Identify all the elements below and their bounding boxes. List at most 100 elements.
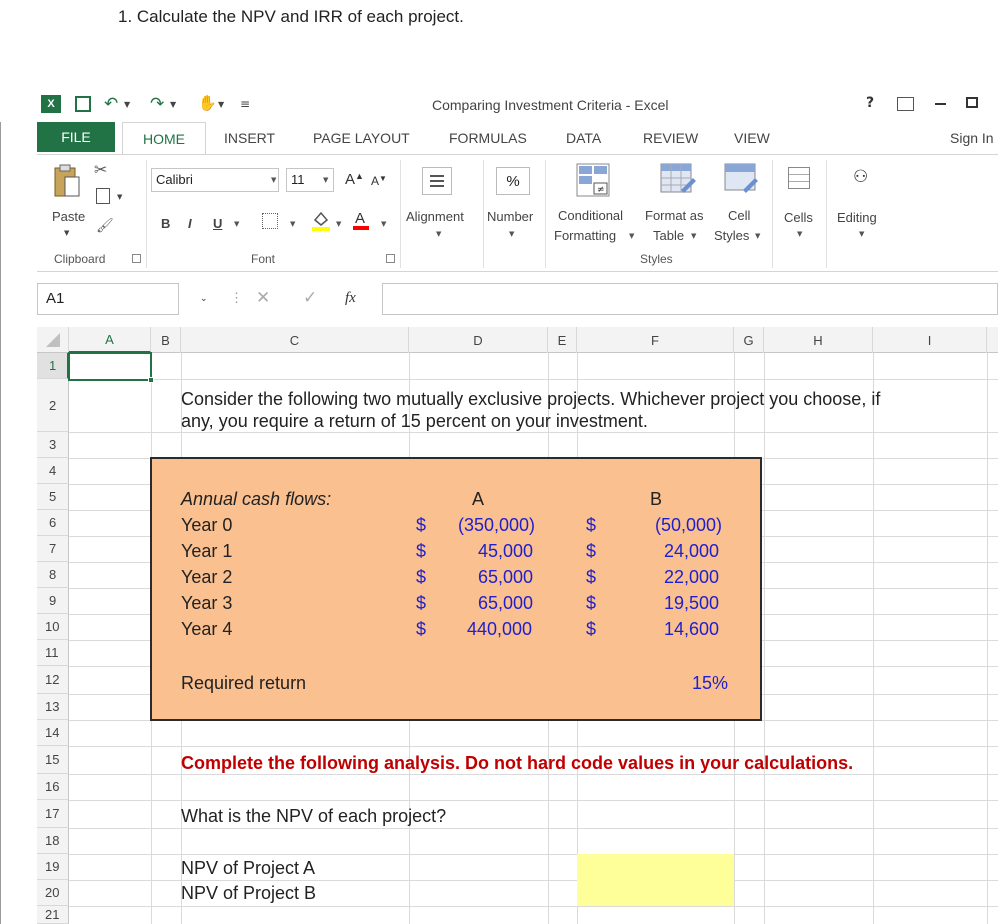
row-header-8[interactable]: 8 [37,562,69,588]
enter-formula-icon[interactable]: ✓ [303,288,317,308]
conditional-formatting-label-2[interactable]: Formatting [554,228,616,243]
column-header-b[interactable]: B [151,327,181,353]
underline-dropdown-icon[interactable]: ▼ [234,220,239,228]
row-header-9[interactable]: 9 [37,588,69,614]
row-header-2[interactable]: 2 [37,379,69,432]
cells-dropdown-icon[interactable]: ▼ [797,230,802,238]
tab-data[interactable]: DATA [566,130,601,146]
format-painter-icon[interactable]: 🖌 [96,218,114,234]
cells-button[interactable]: Cells [784,210,813,225]
underline-button[interactable]: U [213,216,222,231]
fill-color-dropdown-icon[interactable]: ▼ [336,220,341,228]
borders-icon[interactable] [262,213,278,229]
decrease-font-icon[interactable]: A▼ [371,174,387,188]
alignment-button[interactable]: Alignment [406,209,464,224]
number-button[interactable]: Number [487,209,533,224]
minimize-icon[interactable] [935,103,946,105]
cell-styles-icon[interactable] [724,163,760,197]
conditional-formatting-icon[interactable]: ≠ [576,163,610,197]
undo-dropdown-icon[interactable]: ▼ [124,100,130,109]
tab-insert[interactable]: INSERT [224,130,275,146]
customize-qat-icon[interactable]: ≡ [240,97,250,111]
help-button[interactable]: ? [866,95,874,111]
undo-icon[interactable]: ↶ [104,94,118,114]
row-header-13[interactable]: 13 [37,694,69,720]
column-header-c[interactable]: C [181,327,409,353]
row-header-16[interactable]: 16 [37,774,69,800]
redo-icon[interactable]: ↷ [150,94,164,114]
copy-icon[interactable] [96,188,110,204]
conditional-formatting-label[interactable]: Conditional [558,208,623,223]
font-launcher-icon[interactable] [386,254,395,263]
font-color-icon[interactable]: A [352,209,370,231]
save-icon[interactable] [75,96,91,112]
tab-view[interactable]: VIEW [734,130,770,146]
select-all-corner[interactable] [37,327,69,353]
borders-dropdown-icon[interactable]: ▼ [290,220,295,228]
tab-home[interactable]: HOME [122,122,206,155]
tab-page-layout[interactable]: PAGE LAYOUT [313,130,410,146]
paste-button[interactable]: Paste [52,209,85,224]
copy-dropdown-icon[interactable]: ▼ [117,193,122,201]
cancel-formula-icon[interactable]: ✕ [256,288,270,308]
tab-file[interactable]: FILE [37,122,115,152]
format-as-table-icon[interactable] [660,163,698,197]
row-header-7[interactable]: 7 [37,536,69,562]
row-header-19[interactable]: 19 [37,854,69,880]
increase-font-icon[interactable]: A▲ [345,171,364,188]
row-header-5[interactable]: 5 [37,484,69,510]
format-table-dropdown-icon[interactable]: ▼ [691,232,696,240]
tab-review[interactable]: REVIEW [643,130,698,146]
editing-dropdown-icon[interactable]: ▼ [859,230,864,238]
name-box-dropdown-icon[interactable]: ⌄ [200,294,208,304]
column-header-e[interactable]: E [548,327,577,353]
font-name-dropdown-icon[interactable]: ▼ [271,176,276,184]
row-header-3[interactable]: 3 [37,432,69,458]
cells-icon[interactable] [788,167,810,189]
font-color-dropdown-icon[interactable]: ▼ [381,220,386,228]
bold-button[interactable]: B [161,216,170,231]
column-header-a[interactable]: A [69,327,151,353]
cut-icon[interactable]: ✂ [94,160,107,179]
name-box[interactable]: A1 [37,283,179,315]
cell-styles-dropdown-icon[interactable]: ▼ [755,232,760,240]
insert-function-icon[interactable]: fx [345,290,356,307]
fill-handle[interactable] [148,377,154,383]
column-header-d[interactable]: D [409,327,548,353]
row-header-1[interactable]: 1 [37,353,69,379]
touch-dropdown-icon[interactable]: ▼ [218,100,224,109]
tab-formulas[interactable]: FORMULAS [449,130,527,146]
restore-icon[interactable] [966,97,978,108]
row-header-15[interactable]: 15 [37,746,69,774]
redo-dropdown-icon[interactable]: ▼ [170,100,176,109]
column-header-i[interactable]: I [873,327,987,353]
npv-input-area[interactable] [577,854,734,906]
find-binoculars-icon[interactable]: ⚇ [853,167,868,187]
active-cell-a1[interactable] [68,352,152,381]
column-header-g[interactable]: G [734,327,764,353]
number-dropdown-icon[interactable]: ▼ [509,230,514,238]
row-header-6[interactable]: 6 [37,510,69,536]
format-as-table-label[interactable]: Format as [645,208,704,223]
row-header-17[interactable]: 17 [37,800,69,828]
column-header-h[interactable]: H [764,327,873,353]
alignment-dropdown-icon[interactable]: ▼ [436,230,441,238]
format-as-table-label-2[interactable]: Table [653,228,684,243]
row-header-12[interactable]: 12 [37,666,69,694]
cell-styles-label-2[interactable]: Styles [714,228,749,243]
conditional-dropdown-icon[interactable]: ▼ [629,232,634,240]
cell-styles-label[interactable]: Cell [728,208,750,223]
row-header-4[interactable]: 4 [37,458,69,484]
paste-dropdown-icon[interactable]: ▼ [64,229,69,237]
clipboard-launcher-icon[interactable] [132,254,141,263]
row-header-20[interactable]: 20 [37,880,69,906]
formula-input[interactable] [382,283,998,315]
column-header-f[interactable]: F [577,327,734,353]
row-header-14[interactable]: 14 [37,720,69,746]
font-size-dropdown-icon[interactable]: ▼ [323,176,328,184]
sign-in-link[interactable]: Sign In [950,130,994,146]
number-format-icon[interactable]: % [496,167,530,195]
fill-color-icon[interactable] [311,210,331,232]
row-header-10[interactable]: 10 [37,614,69,640]
row-header-18[interactable]: 18 [37,828,69,854]
